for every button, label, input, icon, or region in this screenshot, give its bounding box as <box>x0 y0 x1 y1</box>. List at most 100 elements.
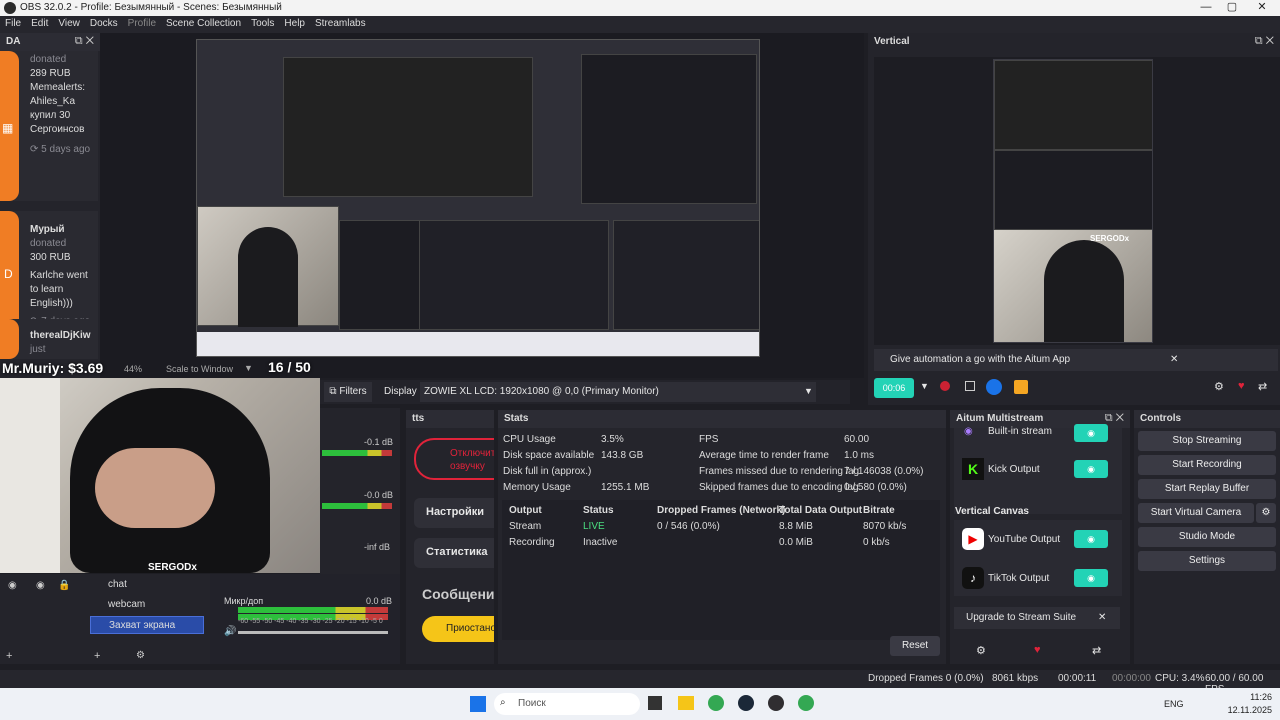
close-icon[interactable]: ✕ <box>86 35 94 47</box>
speaker-icon[interactable]: 🔊 <box>224 626 236 637</box>
clock-date[interactable]: 12.11.2025 <box>1222 705 1272 715</box>
chevron-down-icon[interactable]: ▼ <box>804 386 813 396</box>
output-toggle[interactable]: ◉ <box>1074 460 1108 478</box>
menu-edit[interactable]: Edit <box>26 16 53 31</box>
virtualcam-icon[interactable] <box>986 379 1002 395</box>
lock-icon[interactable]: 🔒 <box>58 580 70 591</box>
close-icon[interactable]: ✕ <box>1170 354 1178 365</box>
nested-webcam <box>197 206 339 327</box>
explorer-icon[interactable] <box>678 696 694 710</box>
taskview-icon[interactable] <box>648 696 662 710</box>
output-toggle[interactable]: ◉ <box>1074 569 1108 587</box>
menu-view[interactable]: View <box>53 16 85 31</box>
eye-icon[interactable]: ◉ <box>36 580 45 591</box>
filters-button[interactable]: ⧉ Filters <box>324 382 372 402</box>
upgrade-button[interactable]: Upgrade to Stream Suite <box>954 607 1120 629</box>
source-item[interactable]: chat <box>90 576 204 594</box>
float-icon[interactable]: ⧉ <box>75 35 83 47</box>
scale-mode[interactable]: Scale to Window <box>166 364 233 374</box>
record-icon[interactable] <box>940 381 950 391</box>
output-name: Built-in stream <box>988 426 1052 437</box>
display-select[interactable]: ZOWIE XL LCD: 1920x1080 @ 0,0 (Primary M… <box>420 382 816 402</box>
gear-icon[interactable]: ⚙ <box>1256 503 1276 523</box>
close-icon[interactable]: ✕ <box>1116 412 1124 424</box>
live-status: LIVE <box>583 521 605 532</box>
close-icon[interactable]: ✕ <box>1266 35 1274 47</box>
close-button[interactable]: ✕ <box>1244 0 1280 16</box>
mixer-scale: -60 -55 -50 -45 -40 -35 -30 -25 -20 -15 … <box>238 618 383 625</box>
output-toggle[interactable]: ◉ <box>1074 530 1108 548</box>
gear-icon[interactable]: ⚙ <box>1214 380 1224 393</box>
language-indicator[interactable]: ENG <box>1164 699 1184 709</box>
vertical-preview[interactable]: SERGODx <box>993 59 1153 343</box>
menu-profile[interactable]: Profile <box>123 16 161 31</box>
stat-label: Memory Usage <box>503 482 571 493</box>
chevron-down-icon[interactable]: ▼ <box>920 381 929 391</box>
menu-help[interactable]: Help <box>279 16 310 31</box>
close-icon[interactable]: ✕ <box>1098 612 1106 623</box>
output-toggle[interactable]: ◉ <box>1074 424 1108 442</box>
stream-timer[interactable]: 00:06 <box>874 378 914 398</box>
stop-icon[interactable] <box>965 381 975 391</box>
settings-button[interactable]: Settings <box>1138 551 1276 571</box>
steam-icon[interactable] <box>738 695 754 711</box>
vertical-webcam: SERGODx <box>994 230 1152 342</box>
menu-scene-collection[interactable]: Scene Collection <box>161 16 246 31</box>
heart-icon[interactable]: ♥ <box>1034 644 1041 656</box>
start-recording-button[interactable]: Start Recording <box>1138 455 1276 475</box>
kick-icon: K <box>962 458 984 480</box>
clock-time[interactable]: 11:26 <box>1222 692 1272 702</box>
webcam-source: SERGODx <box>0 378 320 573</box>
stop-streaming-button[interactable]: Stop Streaming <box>1138 431 1276 451</box>
source-item[interactable]: webcam <box>90 596 204 614</box>
stat-value: 7 / 146038 (0.0%) <box>844 466 924 477</box>
chrome-icon[interactable] <box>798 695 814 711</box>
search-box[interactable]: Поиск <box>494 693 640 715</box>
status-bar: Dropped Frames 0 (0.0%) 8061 kbps 00:00:… <box>0 670 1280 695</box>
gear-icon[interactable]: ⚙ <box>976 644 986 657</box>
float-icon[interactable]: ⧉ <box>1105 412 1113 424</box>
program-preview[interactable] <box>196 39 760 357</box>
share-icon[interactable]: ⇄ <box>1258 380 1267 393</box>
mute-tts-button[interactable]: Отключить озвучку <box>414 438 494 480</box>
menu-tools[interactable]: Tools <box>246 16 279 31</box>
output-table: Output Status Dropped Frames (Network) T… <box>502 500 940 640</box>
start-virtual-camera-button[interactable]: Start Virtual Camera <box>1138 503 1254 523</box>
volume-slider[interactable] <box>238 631 388 634</box>
table-header: Bitrate <box>863 505 895 516</box>
folder-icon[interactable] <box>1014 380 1028 394</box>
share-icon[interactable]: ⇄ <box>1092 644 1101 657</box>
table-cell: Inactive <box>583 537 618 548</box>
grid-icon: ▦ <box>2 121 14 135</box>
gear-icon[interactable]: ⚙ <box>136 650 145 661</box>
chat-line: Сергоинсов <box>30 124 85 135</box>
start-replay-buffer-button[interactable]: Start Replay Buffer <box>1138 479 1276 499</box>
source-item-selected[interactable]: Захват экрана <box>90 616 204 634</box>
reset-button[interactable]: Reset <box>890 636 940 656</box>
donation-overlay: Mr.Muriy: $3.69 <box>2 360 104 376</box>
output-name: Kick Output <box>988 464 1040 475</box>
windows-start-icon[interactable] <box>470 696 486 712</box>
heart-icon[interactable]: ♥ <box>1238 380 1245 392</box>
float-icon[interactable]: ⧉ <box>1255 35 1263 47</box>
goal-counter: 16 / 50 <box>268 359 311 375</box>
chrome-icon[interactable] <box>708 695 724 711</box>
menu-streamlabs[interactable]: Streamlabs <box>310 16 371 31</box>
tts-settings-button[interactable]: Настройки <box>414 498 494 528</box>
menu-file[interactable]: File <box>0 16 26 31</box>
bitrate: 8061 kbps <box>992 673 1039 684</box>
zoom-level[interactable]: 44% <box>124 364 142 374</box>
chevron-down-icon[interactable]: ▼ <box>244 363 253 373</box>
add-icon[interactable]: + <box>6 650 12 662</box>
obs-icon[interactable] <box>768 695 784 711</box>
face <box>95 448 215 528</box>
pause-button[interactable]: Приостано <box>422 616 494 642</box>
tts-stats-button[interactable]: Статистика <box>414 538 494 568</box>
audio-meter <box>322 450 392 456</box>
stat-value: 3.5% <box>601 434 624 445</box>
obs-logo-icon <box>4 2 16 14</box>
menu-docks[interactable]: Docks <box>85 16 123 31</box>
stat-value: 143.8 GB <box>601 450 644 461</box>
studio-mode-button[interactable]: Studio Mode <box>1138 527 1276 547</box>
add-source-icon[interactable]: + <box>94 650 100 662</box>
